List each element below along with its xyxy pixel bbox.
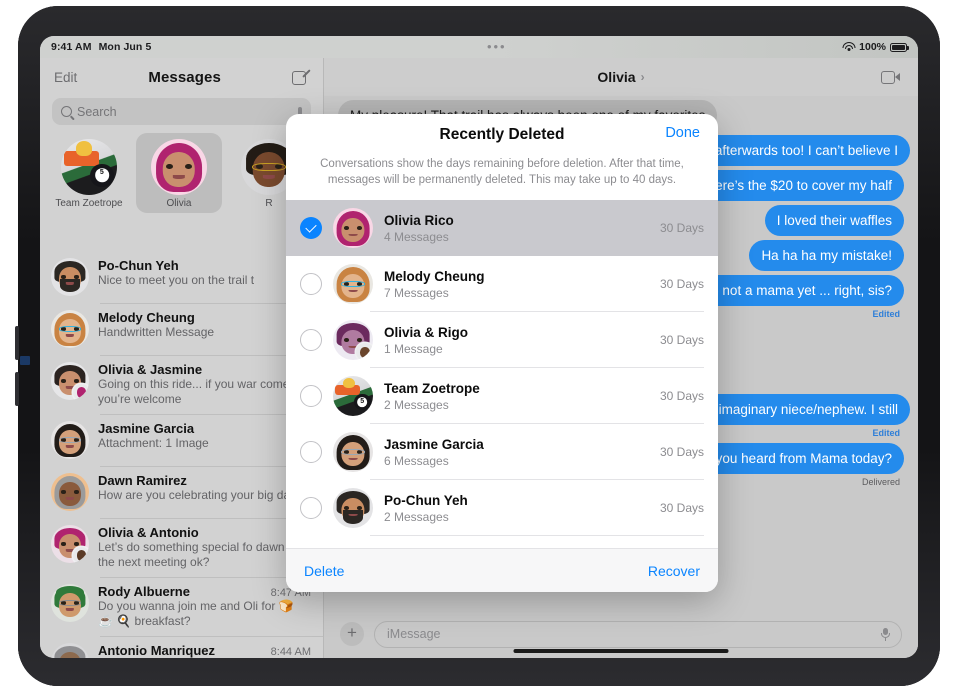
checkbox-unchecked-icon[interactable] (300, 329, 322, 351)
checkbox-unchecked-icon[interactable] (300, 441, 322, 463)
dialog-header: Recently Deleted Done (286, 114, 718, 144)
message-count: 1 Message (384, 341, 443, 356)
deleted-conversation-list: Olivia Rico 4 Messages 30 Days Melody Cheun… (286, 200, 718, 548)
avatar (333, 208, 373, 248)
recently-deleted-dialog: Recently Deleted Done Conversations show… (286, 114, 718, 592)
dialog-footer: Delete Recover (286, 548, 718, 592)
table-row[interactable]: Melody Cheung 7 Messages 30 Days (286, 256, 718, 312)
avatar (333, 432, 373, 472)
checkbox-unchecked-icon[interactable] (300, 385, 322, 407)
deleted-conversation-name: Jasmine Garcia (384, 436, 484, 452)
dialog-title: Recently Deleted (439, 126, 565, 143)
avatar (333, 488, 373, 528)
volume-indicator-icon (20, 356, 30, 365)
days-remaining: 30 Days (659, 445, 704, 459)
message-count: 2 Messages (384, 397, 449, 412)
row-body: Jasmine Garcia 6 Messages (384, 437, 649, 468)
checkbox-checked-icon[interactable] (300, 217, 322, 239)
table-row[interactable]: Po-Chun Yeh 2 Messages 30 Days (286, 480, 718, 536)
days-remaining: 30 Days (659, 277, 704, 291)
row-separator (370, 535, 704, 536)
deleted-conversation-name: Po-Chun Yeh (384, 492, 468, 508)
table-row[interactable]: 5 Team Zoetrope 2 Messages 30 Days (286, 368, 718, 424)
table-row[interactable]: Olivia Rico 4 Messages 30 Days (286, 200, 718, 256)
message-count: 6 Messages (384, 453, 449, 468)
volume-up-button[interactable] (15, 326, 19, 360)
ipad-device-frame: 9:41 AM Mon Jun 5 ••• 100% Edit Messages (15, 6, 940, 686)
deleted-conversation-name: Team Zoetrope (384, 380, 480, 396)
avatar (333, 264, 373, 304)
recover-button[interactable]: Recover (648, 563, 700, 579)
done-button[interactable]: Done (665, 125, 700, 141)
delete-button[interactable]: Delete (304, 563, 344, 579)
deleted-conversation-name: Olivia & Rigo (384, 324, 469, 340)
message-count: 7 Messages (384, 285, 449, 300)
row-body: Team Zoetrope 2 Messages (384, 381, 649, 412)
table-row[interactable]: Jasmine Garcia 6 Messages 30 Days (286, 424, 718, 480)
days-remaining: 30 Days (659, 501, 704, 515)
deleted-conversation-name: Olivia Rico (384, 212, 454, 228)
avatar: 5 (333, 376, 373, 416)
row-body: Olivia & Rigo 1 Message (384, 325, 649, 356)
deleted-conversation-name: Melody Cheung (384, 268, 485, 284)
table-row[interactable]: Olivia & Rigo 1 Message 30 Days (286, 312, 718, 368)
row-body: Olivia Rico 4 Messages (384, 213, 649, 244)
avatar (333, 320, 373, 360)
checkbox-unchecked-icon[interactable] (300, 497, 322, 519)
message-count: 4 Messages (384, 229, 449, 244)
days-remaining: 30 Days (659, 221, 704, 235)
row-body: Melody Cheung 7 Messages (384, 269, 649, 300)
volume-down-button[interactable] (15, 372, 19, 406)
days-remaining: 30 Days (659, 389, 704, 403)
message-count: 2 Messages (384, 509, 449, 524)
row-body: Po-Chun Yeh 2 Messages (384, 493, 649, 524)
days-remaining: 30 Days (659, 333, 704, 347)
ipad-screen: 9:41 AM Mon Jun 5 ••• 100% Edit Messages (40, 36, 918, 658)
checkbox-unchecked-icon[interactable] (300, 273, 322, 295)
dialog-subtitle: Conversations show the days remaining be… (320, 158, 684, 186)
